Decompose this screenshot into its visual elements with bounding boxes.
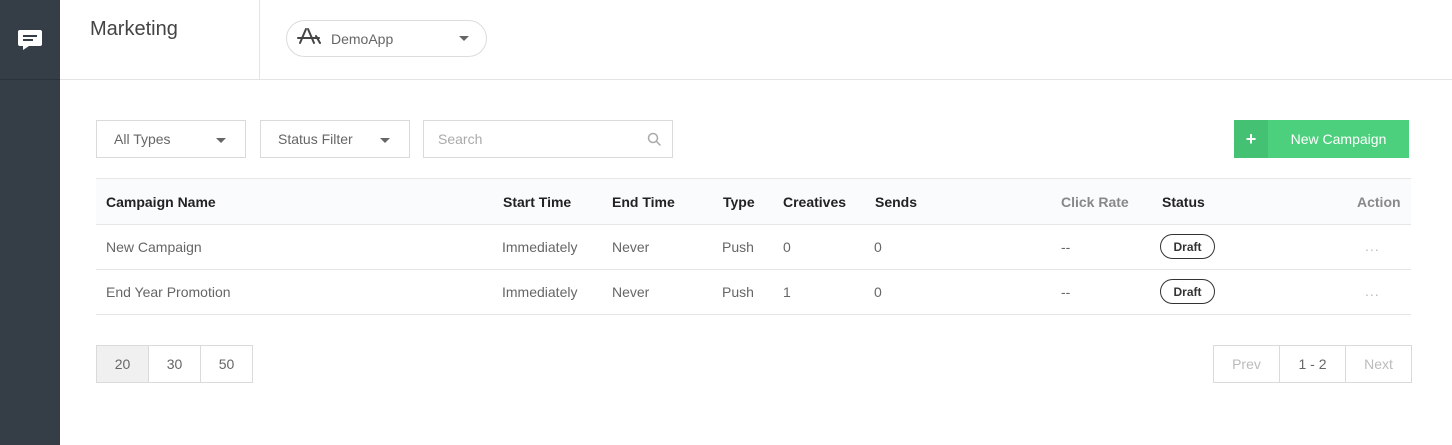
pagination: Prev 1 - 2 Next [1213,345,1412,383]
column-header-campaign-name[interactable]: Campaign Name [106,194,216,210]
click-rate-cell: -- [1061,284,1071,300]
new-campaign-label: New Campaign [1290,131,1387,147]
status-badge: Draft [1160,279,1215,304]
campaign-table: Campaign Name Start Time End Time Type C… [96,178,1411,315]
chevron-down-icon [380,138,390,143]
header-divider [259,0,260,80]
column-header-sends[interactable]: Sends [875,194,917,210]
sidebar [0,0,60,445]
type-filter-select[interactable]: All Types [96,120,246,158]
status-filter-select[interactable]: Status Filter [260,120,410,158]
next-page-button[interactable]: Next [1345,345,1412,383]
campaign-name-cell[interactable]: End Year Promotion [106,284,231,300]
page-size-option-30[interactable]: 30 [148,345,201,383]
search-box [423,120,673,158]
column-header-click-rate[interactable]: Click Rate [1061,194,1129,210]
start-time-cell: Immediately [502,284,578,300]
sends-cell: 0 [874,239,882,255]
column-header-start-time[interactable]: Start Time [503,194,571,210]
app-selector-label: DemoApp [331,30,394,47]
more-actions-icon[interactable]: ... [1365,283,1380,299]
chevron-down-icon [216,138,226,143]
page-title: Marketing [90,18,178,40]
end-time-cell: Never [612,284,650,300]
table-header: Campaign Name Start Time End Time Type C… [96,178,1411,225]
app-store-icon [297,27,321,50]
page-size-option-20[interactable]: 20 [96,345,149,383]
click-rate-cell: -- [1061,239,1071,255]
chat-logo-icon[interactable] [0,0,60,80]
column-header-status[interactable]: Status [1162,194,1205,210]
plus-icon: + [1234,120,1268,158]
more-actions-icon[interactable]: ... [1365,238,1380,254]
table-row[interactable]: New Campaign Immediately Never Push 0 0 … [96,225,1411,270]
search-icon[interactable] [647,132,661,151]
type-cell: Push [722,239,754,255]
type-cell: Push [722,284,754,300]
campaign-name-cell[interactable]: New Campaign [106,239,202,255]
search-input[interactable] [424,121,634,157]
column-header-creatives[interactable]: Creatives [783,194,846,210]
page-size-selector: 20 30 50 [96,345,253,383]
creatives-cell: 0 [783,239,791,255]
sends-cell: 0 [874,284,882,300]
status-badge: Draft [1160,234,1215,259]
app-selector[interactable]: DemoApp [286,20,487,57]
chevron-down-icon [459,36,469,41]
end-time-cell: Never [612,239,650,255]
status-filter-label: Status Filter [278,131,353,147]
column-header-type[interactable]: Type [723,194,755,210]
table-row[interactable]: End Year Promotion Immediately Never Pus… [96,270,1411,315]
creatives-cell: 1 [783,284,791,300]
new-campaign-button[interactable]: + New Campaign [1234,120,1409,158]
header: Marketing DemoApp [60,0,1452,80]
page-size-option-50[interactable]: 50 [200,345,253,383]
page-range: 1 - 2 [1279,345,1346,383]
type-filter-label: All Types [114,131,171,147]
prev-page-button[interactable]: Prev [1213,345,1280,383]
start-time-cell: Immediately [502,239,578,255]
column-header-end-time[interactable]: End Time [612,194,675,210]
column-header-action: Action [1357,194,1401,210]
